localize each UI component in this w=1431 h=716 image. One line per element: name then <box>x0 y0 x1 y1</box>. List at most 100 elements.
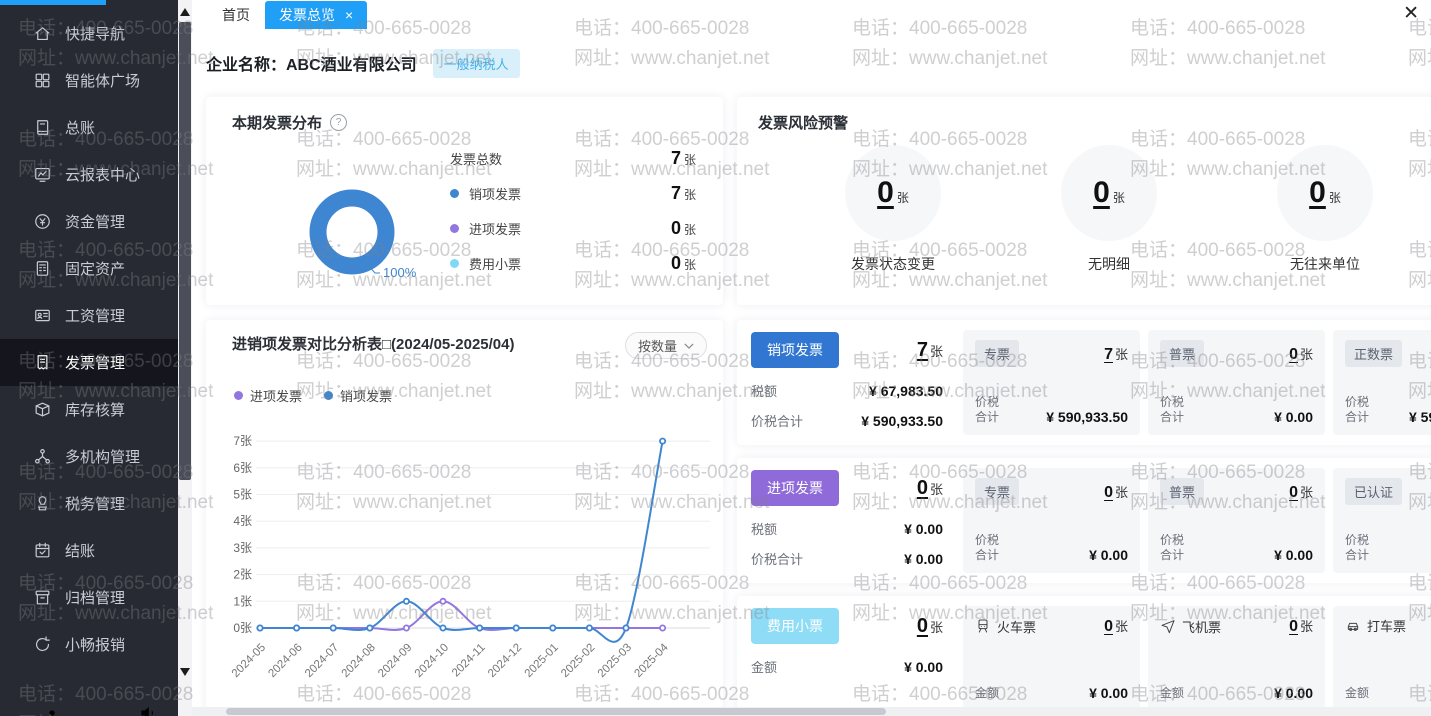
subcard-label-group: 飞机票 <box>1160 617 1221 636</box>
distribution-card-title: 本期发票分布 <box>232 112 322 133</box>
scroll-up-arrow-icon[interactable] <box>180 8 190 16</box>
sidebar-item-general-ledger[interactable]: 总账 <box>0 104 178 151</box>
legend-dot-icon <box>450 189 459 198</box>
subcard-expense-receipt-flight: 飞机票0张金额¥ 0.00 <box>1148 606 1325 711</box>
invoice-count[interactable]: 7张 <box>1104 344 1128 364</box>
summary-field: 金额¥ 0.00 <box>751 657 943 676</box>
sidebar-item-quick-nav[interactable]: 快捷导航 <box>0 10 178 57</box>
legend-dot-icon <box>450 259 459 268</box>
legend-dot-icon <box>450 224 459 233</box>
taxpayer-badge: 一般纳税人 <box>433 49 520 78</box>
company-name: 企业名称：ABC酒业有限公司 <box>206 51 417 75</box>
svg-text:2024-10: 2024-10 <box>413 642 451 680</box>
risk-warning-card: 发票风险预警 0张发票状态变更0张无明细0张无往来单位 <box>737 97 1431 305</box>
invoice-count[interactable]: 0张 <box>1104 482 1128 502</box>
sidebar-item-closing[interactable]: 结账 <box>0 527 178 574</box>
invoice-count[interactable]: 0张 <box>917 477 943 500</box>
subcard-badge: 普票 <box>1160 340 1204 367</box>
tab-home[interactable]: 首页 <box>210 1 262 29</box>
field-label: 价税合计 <box>1160 395 1186 425</box>
horizontal-scrollbar-thumb[interactable] <box>226 708 886 715</box>
measure-dropdown-label: 按数量 <box>638 336 677 355</box>
svg-text:2025-01: 2025-01 <box>523 642 561 680</box>
sidebar-item-archive[interactable]: 归档管理 <box>0 574 178 621</box>
invoice-type-button-expense-receipt[interactable]: 费用小票 <box>751 608 839 644</box>
risk-item-1: 0张无明细 <box>1029 145 1189 274</box>
invoice-count[interactable]: 0张 <box>1289 482 1313 502</box>
close-icon[interactable]: ✕ <box>1403 4 1419 23</box>
sidebar-item-label: 结账 <box>65 540 95 561</box>
subcard-sales-invoice-positive: 正数票价税合计¥ 59 <box>1333 330 1431 435</box>
sidebar-item-payroll[interactable]: 工资管理 <box>0 292 178 339</box>
speaker-icon[interactable] <box>138 703 158 716</box>
invoice-icon <box>33 353 52 372</box>
summary-field: 税额¥ 0.00 <box>751 519 943 538</box>
summary-main-sales-invoice: 销项发票7张税额¥ 67,983.50价税合计¥ 590,933.50 <box>737 320 963 445</box>
svg-text:2024-12: 2024-12 <box>486 642 524 680</box>
fixed-assets-icon <box>33 259 52 278</box>
horizontal-scrollbar[interactable] <box>192 707 1431 716</box>
invoice-count[interactable]: 7张 <box>917 339 943 362</box>
sidebar-item-label: 多机构管理 <box>65 446 140 467</box>
svg-text:7张: 7张 <box>233 434 252 448</box>
field-label: 价税合计 <box>975 395 1001 425</box>
sidebar-item-funds[interactable]: 资金管理 <box>0 198 178 245</box>
tab-invoice-overview[interactable]: 发票总览 × <box>265 1 367 29</box>
settings-gear-icon[interactable] <box>42 703 62 716</box>
archive-icon <box>33 588 52 607</box>
closing-icon <box>33 541 52 560</box>
sidebar-item-invoice[interactable]: 发票管理 <box>0 339 178 386</box>
invoice-count[interactable]: 0张 <box>917 615 943 638</box>
vertical-scrollbar-thumb[interactable] <box>179 22 191 480</box>
risk-count[interactable]: 0张 <box>1093 176 1125 210</box>
svg-text:5张: 5张 <box>233 488 252 502</box>
invoice-count[interactable]: 0张 <box>1289 616 1313 636</box>
sidebar-item-agent-plaza[interactable]: 智能体广场 <box>0 57 178 104</box>
subcard-purchase-invoice-special: 专票0张价税合计¥ 0.00 <box>963 468 1140 573</box>
svg-text:2025-04: 2025-04 <box>632 641 671 680</box>
invoice-count[interactable]: 0张 <box>1104 616 1128 636</box>
donut-legend: 发票总数7张销项发票7张进项发票0张费用小票0张 <box>450 141 696 281</box>
field-label: 税额 <box>751 519 777 538</box>
sidebar-item-reimburse[interactable]: 小畅报销 <box>0 621 178 668</box>
invoice-count[interactable]: 0张 <box>1289 344 1313 364</box>
sidebar-item-label: 快捷导航 <box>65 23 125 44</box>
sidebar-item-label: 智能体广场 <box>65 70 140 91</box>
invoice-type-button-sales-invoice[interactable]: 销项发票 <box>751 332 839 368</box>
multi-org-icon <box>33 447 52 466</box>
vertical-scrollbar[interactable] <box>178 0 192 716</box>
legend-dot-icon <box>234 391 243 400</box>
invoice-type-button-purchase-invoice[interactable]: 进项发票 <box>751 470 839 506</box>
scroll-down-arrow-icon[interactable] <box>180 668 190 676</box>
sidebar-item-inventory[interactable]: 库存核算 <box>0 386 178 433</box>
svg-text:2025-02: 2025-02 <box>559 642 597 680</box>
svg-text:2024-07: 2024-07 <box>303 642 341 680</box>
svg-text:2024-11: 2024-11 <box>450 642 488 680</box>
field-value: ¥ 590,933.50 <box>861 413 943 429</box>
inventory-icon <box>33 400 52 419</box>
legend-value: 0张 <box>671 253 696 274</box>
risk-count[interactable]: 0张 <box>877 176 909 210</box>
sidebar-item-cloud-reports[interactable]: 云报表中心 <box>0 151 178 198</box>
risk-item-0: 0张发票状态变更 <box>813 145 973 274</box>
risk-count[interactable]: 0张 <box>1309 176 1341 210</box>
field-label: 价税合计 <box>751 549 803 568</box>
help-icon[interactable]: ? <box>330 114 347 131</box>
sidebar-item-multi-org[interactable]: 多机构管理 <box>0 433 178 480</box>
home-icon <box>33 24 52 43</box>
field-label: 价税合计 <box>1345 533 1371 563</box>
app-window: 快捷导航智能体广场总账云报表中心资金管理固定资产工资管理发票管理库存核算多机构管… <box>0 0 1431 716</box>
donut-legend-item: 销项发票7张 <box>450 176 696 211</box>
agent-plaza-icon <box>33 71 52 90</box>
tab-close-icon[interactable]: × <box>345 8 353 22</box>
svg-text:2025-03: 2025-03 <box>596 642 634 680</box>
measure-dropdown[interactable]: 按数量 <box>625 332 707 359</box>
svg-text:4张: 4张 <box>233 514 252 528</box>
sidebar-item-fixed-assets[interactable]: 固定资产 <box>0 245 178 292</box>
sidebar-item-label: 发票管理 <box>65 352 125 373</box>
sidebar-item-tax[interactable]: 税务管理 <box>0 480 178 527</box>
risk-label: 无往来单位 <box>1245 254 1405 274</box>
field-label: 价税合计 <box>1345 395 1371 425</box>
subcard-label: 打车票 <box>1367 616 1406 635</box>
subcard-badge: 普票 <box>1160 478 1204 505</box>
